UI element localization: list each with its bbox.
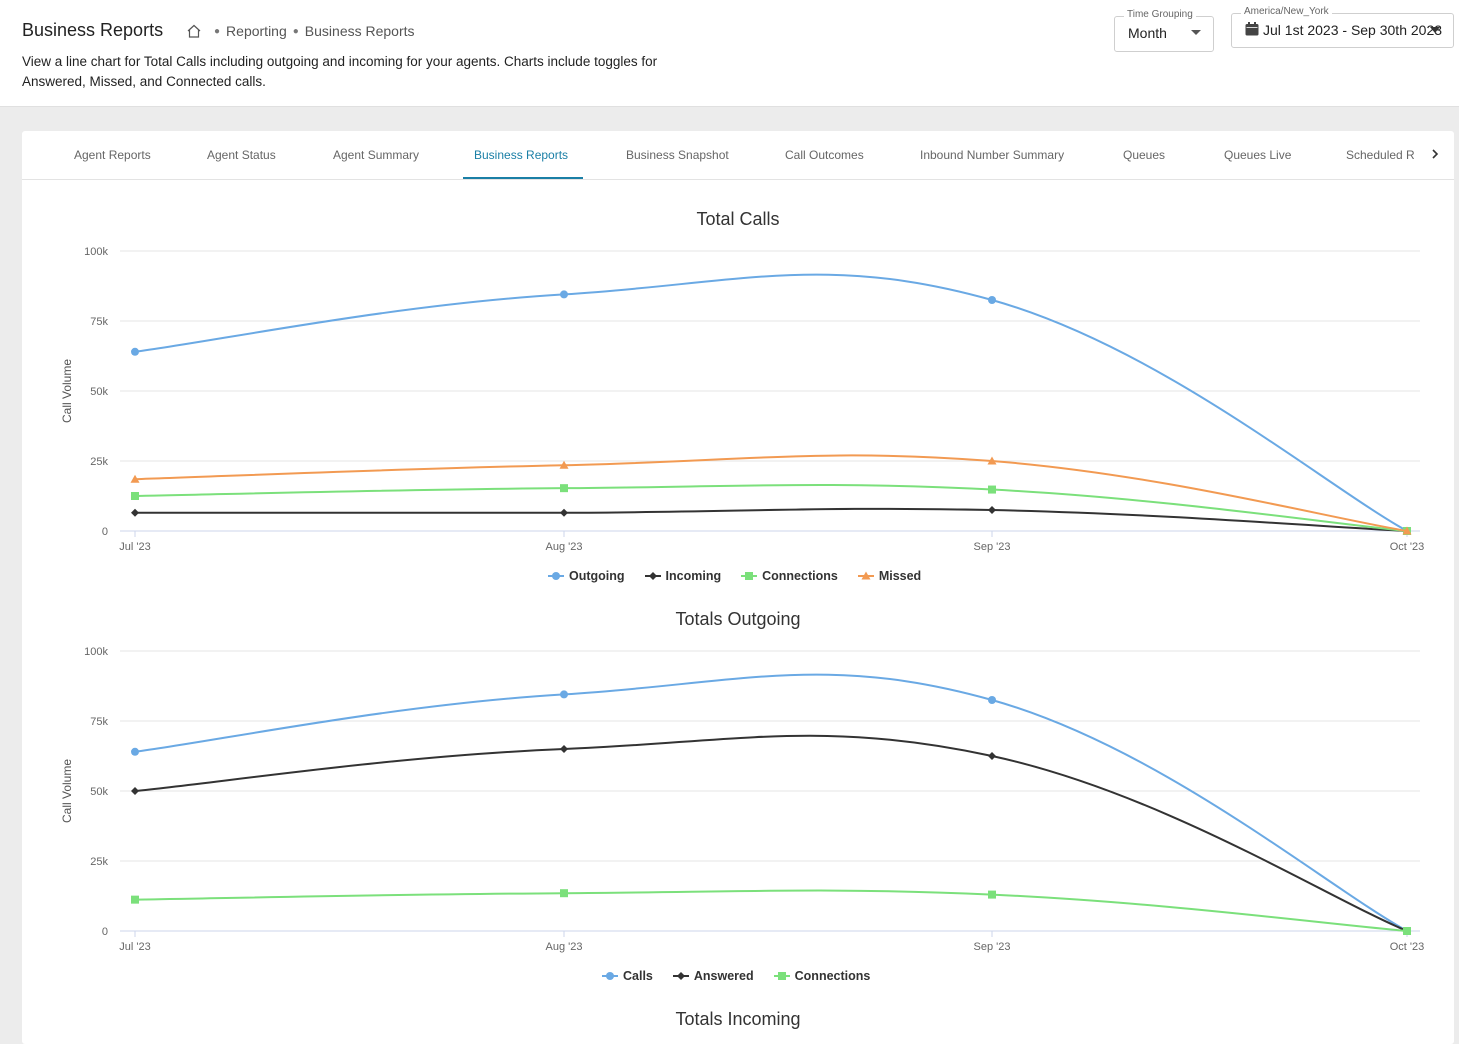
legend-label: Outgoing bbox=[569, 569, 625, 583]
y-tick-label: 50k bbox=[90, 786, 108, 798]
data-point-calls bbox=[560, 690, 568, 699]
legend-swatch bbox=[602, 972, 618, 980]
data-point-calls bbox=[131, 747, 139, 756]
caret-down-icon[interactable] bbox=[1191, 30, 1201, 35]
x-tick-label: Oct '23 bbox=[1390, 941, 1425, 953]
y-tick-label: 100k bbox=[84, 646, 108, 658]
chart-title-total-calls: Total Calls bbox=[696, 209, 780, 229]
data-point-outgoing bbox=[131, 347, 139, 356]
legend-item-answered[interactable]: Answered bbox=[672, 969, 754, 983]
legend-item-calls[interactable]: Calls bbox=[602, 969, 653, 983]
data-point-connections bbox=[560, 484, 568, 493]
timezone-label: America/New_York bbox=[1241, 6, 1332, 17]
data-point-connections bbox=[131, 895, 139, 904]
home-icon[interactable] bbox=[186, 23, 202, 39]
caret-down-icon[interactable] bbox=[1430, 27, 1440, 33]
y-tick-label: 0 bbox=[102, 926, 108, 938]
data-point-answered bbox=[560, 745, 568, 753]
series-line-answered bbox=[134, 734, 1408, 932]
data-point-incoming bbox=[560, 508, 568, 517]
y-tick-label: 25k bbox=[90, 856, 108, 868]
y-tick-label: 75k bbox=[90, 716, 108, 728]
legend-item-outgoing[interactable]: Outgoing bbox=[548, 569, 625, 583]
data-point-answered bbox=[988, 752, 996, 760]
data-point-connections bbox=[988, 485, 996, 494]
chart-title-totals-incoming: Totals Incoming bbox=[675, 1009, 801, 1029]
legend-label: Connections bbox=[794, 969, 871, 983]
legend-label: Calls bbox=[623, 969, 653, 983]
x-tick-label: Sep '23 bbox=[974, 941, 1011, 953]
data-point-connections bbox=[131, 492, 139, 500]
legend-item-missed[interactable]: Missed bbox=[857, 569, 922, 583]
x-tick-label: Jul '23 bbox=[119, 941, 150, 953]
legend-swatch bbox=[644, 572, 661, 580]
breadcrumb: ● Reporting ● Business Reports bbox=[186, 23, 415, 39]
legend-label: Missed bbox=[878, 569, 922, 583]
y-axis-label: Call Volume bbox=[60, 359, 74, 423]
page-header: Business Reports ● Reporting ● Business … bbox=[0, 0, 1459, 107]
series-line-connections bbox=[134, 889, 1408, 932]
data-point-incoming bbox=[131, 508, 139, 517]
y-tick-label: 75k bbox=[90, 316, 108, 328]
legend-item-connections[interactable]: Connections bbox=[773, 969, 871, 983]
x-tick-label: Oct '23 bbox=[1390, 541, 1425, 553]
time-grouping-value[interactable]: Month bbox=[1128, 25, 1167, 41]
y-axis-label: Call Volume bbox=[60, 759, 74, 823]
legend-swatch bbox=[548, 572, 564, 580]
legend-item-incoming[interactable]: Incoming bbox=[644, 569, 722, 583]
legend-swatch bbox=[857, 571, 874, 580]
legend-item-connections[interactable]: Connections bbox=[741, 569, 838, 583]
data-point-answered bbox=[131, 787, 139, 795]
data-point-incoming bbox=[988, 506, 996, 514]
y-tick-label: 100k bbox=[84, 246, 108, 258]
page-description: View a line chart for Total Calls includ… bbox=[22, 54, 658, 89]
breadcrumb-reporting[interactable]: Reporting bbox=[226, 23, 287, 39]
x-tick-label: Aug '23 bbox=[546, 941, 583, 953]
breadcrumb-separator: ● bbox=[292, 25, 299, 37]
series-line-incoming bbox=[134, 507, 1408, 532]
x-tick-label: Sep '23 bbox=[974, 541, 1011, 553]
chart-legend: Outgoing Incoming Connections Missed bbox=[548, 569, 921, 583]
x-tick-label: Jul '23 bbox=[119, 541, 150, 553]
calendar-icon[interactable] bbox=[1245, 22, 1259, 36]
data-point-connections bbox=[988, 890, 996, 899]
data-point-calls bbox=[988, 696, 996, 704]
legend-swatch bbox=[773, 972, 790, 980]
legend-swatch bbox=[672, 972, 689, 980]
data-point-connections bbox=[1403, 927, 1411, 935]
legend-label: Answered bbox=[693, 969, 754, 983]
y-tick-label: 0 bbox=[102, 526, 108, 538]
legend-label: Incoming bbox=[665, 569, 722, 583]
y-tick-label: 50k bbox=[90, 386, 108, 398]
legend-label: Connections bbox=[762, 569, 838, 583]
data-point-outgoing bbox=[560, 290, 568, 299]
series-line-calls bbox=[134, 673, 1408, 932]
data-point-connections bbox=[560, 889, 568, 898]
charts-canvas: 0 25k 50k 75k 100k Call Volume Jul '23 Aug '23 S… bbox=[60, 246, 1425, 953]
time-grouping-label: Time Grouping bbox=[1124, 9, 1196, 20]
legend-swatch bbox=[741, 572, 758, 580]
y-tick-label: 25k bbox=[90, 456, 108, 468]
data-point-outgoing bbox=[988, 296, 996, 304]
chart-title-totals-outgoing: Totals Outgoing bbox=[675, 609, 801, 629]
report-card: Agent Reports Agent Status Agent Summary… bbox=[22, 131, 1454, 1044]
chart-legend: Calls Answered Connections bbox=[602, 969, 870, 983]
date-range-value[interactable]: Jul 1st 2023 - Sep 30th 2023 bbox=[1263, 22, 1442, 38]
breadcrumb-separator: ● bbox=[214, 25, 221, 37]
breadcrumb-business-reports[interactable]: Business Reports bbox=[305, 23, 415, 39]
page-title: Business Reports bbox=[22, 20, 164, 40]
x-tick-label: Aug '23 bbox=[546, 541, 583, 553]
